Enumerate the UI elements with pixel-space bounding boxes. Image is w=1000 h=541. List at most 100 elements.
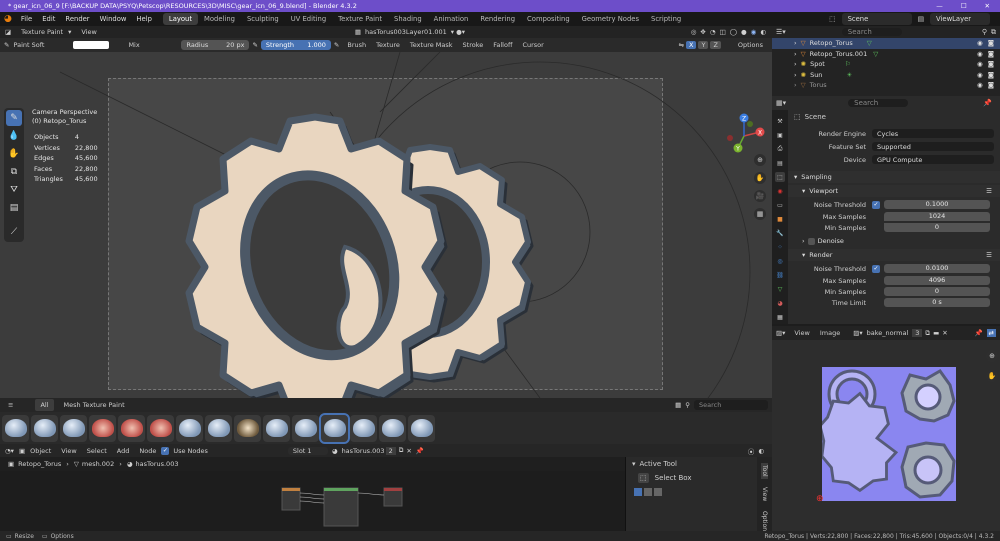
render-tab-icon[interactable]: ▣ (775, 130, 785, 140)
gizmo-neg-y-axis[interactable] (747, 121, 753, 127)
zoom-icon[interactable]: ⊕ (986, 350, 998, 362)
hamburger-icon[interactable]: ≡ (0, 401, 21, 409)
stroke-menu[interactable]: Stroke (458, 41, 489, 49)
constraints-tab-icon[interactable]: ⛓ (775, 270, 785, 280)
brush-name[interactable]: Paint Soft (13, 41, 73, 49)
color-swatch[interactable] (73, 41, 110, 49)
physics-tab-icon[interactable]: ◎ (775, 256, 785, 266)
select-box-icon[interactable]: ⬚ (638, 473, 649, 483)
radius-field[interactable]: Radius 20 px (181, 40, 250, 50)
render-subpanel-header[interactable]: ▾ Render ☰ (788, 249, 1000, 261)
blend-mode-selector[interactable]: Mix (123, 41, 173, 49)
brush-asset-thumbnail[interactable] (408, 414, 435, 442)
render-noise-checkbox[interactable]: ✓ (872, 264, 880, 273)
object-tab-icon[interactable]: ■ (775, 214, 785, 224)
principled-bsdf-node[interactable] (323, 487, 359, 527)
outliner-item[interactable]: › ▽ Torus ◉ ◙ (772, 80, 1000, 91)
viewport-noise-field[interactable]: 0.1000 (884, 200, 990, 209)
material-name[interactable]: hasTorus.003 (342, 447, 386, 455)
collection-tab-icon[interactable]: ▭ (775, 200, 785, 210)
render-min-field[interactable]: 0 (884, 287, 990, 296)
view-menu[interactable]: View (71, 28, 106, 36)
node-menu[interactable]: Node (134, 447, 161, 455)
properties-type-icon[interactable]: ▦▾ (776, 99, 786, 107)
properties-search-input[interactable]: Search (848, 99, 909, 107)
brush-asset-thumbnail[interactable] (292, 414, 319, 442)
tab-mesh-texture-paint[interactable]: Mesh Texture Paint (54, 401, 135, 409)
smear-tool-icon[interactable]: ✋ (6, 146, 22, 162)
overlay-toggle-icon[interactable]: ◔ (710, 28, 716, 36)
new-collection-icon[interactable]: ⧉ (991, 28, 996, 37)
editor-type-icon[interactable]: ◔▾ (0, 447, 19, 455)
view-layer-selector[interactable]: ViewLayer (930, 13, 990, 25)
strength-pressure-icon[interactable]: ✎ (331, 41, 342, 49)
brush-asset-thumbnail[interactable] (263, 414, 290, 442)
pressure-icon[interactable]: ✎ (249, 41, 260, 49)
brush-asset-thumbnail[interactable] (60, 414, 87, 442)
outliner-item[interactable]: › ✺ Spot ⚐ ◉ ◙ (772, 59, 1000, 70)
image-view-mode-icon[interactable]: ⇄ (986, 329, 996, 337)
perspective-grid-icon[interactable]: ▦ (754, 208, 766, 220)
scene-icon[interactable]: ⬚ (829, 15, 835, 23)
mask-tool-icon[interactable]: ▤ (6, 200, 22, 216)
brush-asset-thumbnail[interactable] (2, 414, 29, 442)
image-texture-node[interactable] (281, 487, 301, 511)
scene-tab-icon[interactable]: ⬚ (775, 172, 785, 182)
image-editor-canvas[interactable]: ⊕ ✋ ⊕ (772, 340, 1000, 531)
visibility-eye-icon[interactable]: ◉ (977, 71, 983, 79)
user-count[interactable]: 2 (385, 446, 396, 455)
pin-icon[interactable]: 📌 (974, 329, 982, 337)
outliner-search-input[interactable]: Search (841, 28, 902, 36)
overlay-icon[interactable]: ◐ (758, 447, 772, 455)
soften-tool-icon[interactable]: 💧 (6, 128, 22, 144)
close-button[interactable]: ✕ (985, 2, 990, 10)
visibility-icon[interactable]: ◎ (691, 28, 697, 36)
brush-asset-thumbnail[interactable] (234, 414, 261, 442)
viewport-noise-checkbox[interactable]: ✓ (872, 200, 880, 209)
brush-asset-thumbnail[interactable] (379, 414, 406, 442)
time-limit-field[interactable]: 0 s (884, 298, 990, 307)
slot-selector[interactable]: Slot 1 (287, 446, 328, 455)
sampling-panel-header[interactable]: ▾ Sampling (788, 171, 1000, 183)
denoise-checkbox[interactable] (807, 237, 815, 245)
brush-asset-thumbnail[interactable] (205, 414, 232, 442)
output-tab-icon[interactable]: ⎙ (775, 144, 785, 154)
blender-logo-icon[interactable]: ◕ (0, 14, 16, 24)
mirror-x-button[interactable]: X (686, 41, 697, 49)
tab-all[interactable]: All (35, 399, 54, 411)
brush-asset-thumbnail-selected[interactable] (319, 412, 350, 444)
render-noise-field[interactable]: 0.0100 (884, 264, 990, 273)
options-menu[interactable]: Options (733, 41, 768, 49)
tab-scripting[interactable]: Scripting (645, 13, 687, 25)
texture-tab-icon[interactable]: ▦ (775, 312, 785, 322)
minimize-button[interactable]: — (936, 2, 943, 10)
maximize-button[interactable]: ☐ (961, 2, 967, 10)
draw-tool-icon[interactable]: ✎ (6, 110, 22, 126)
material-tab-icon[interactable]: ◕ (775, 298, 785, 308)
visibility-eye-icon[interactable]: ◉ (977, 50, 983, 58)
visibility-eye-icon[interactable]: ◉ (977, 81, 983, 89)
cursor-menu[interactable]: Cursor (517, 41, 548, 49)
world-tab-icon[interactable]: ◉ (775, 186, 785, 196)
render-engine-select[interactable]: Cycles (872, 129, 994, 138)
tab-view[interactable]: View (761, 485, 768, 503)
material-icon[interactable]: ◕ (328, 447, 342, 455)
brush-asset-thumbnail[interactable] (147, 414, 174, 442)
editor-type-icon[interactable]: ◪ (0, 28, 16, 36)
render-camera-icon[interactable]: ◙ (988, 50, 994, 58)
asset-search-input[interactable]: Search (694, 400, 768, 410)
filter-icon[interactable]: ⚲ (982, 28, 987, 36)
shading-wireframe-icon[interactable]: ◯ (730, 28, 737, 36)
mirror-z-button[interactable]: Z (710, 41, 721, 49)
pan-hand-icon[interactable]: ✋ (986, 370, 998, 382)
zoom-icon[interactable]: ⊕ (754, 154, 766, 166)
fill-tool-icon[interactable]: ⛛ (6, 182, 22, 198)
select-mode-subtract-icon[interactable] (654, 488, 662, 496)
add-menu[interactable]: Add (112, 447, 135, 455)
visibility-eye-icon[interactable]: ◉ (977, 60, 983, 68)
gizmo-neg-x-axis[interactable] (727, 135, 733, 141)
pin-icon[interactable]: 📌 (412, 447, 428, 455)
brush-icon[interactable]: ✎ (0, 41, 13, 49)
tab-rendering[interactable]: Rendering (474, 13, 521, 25)
node-canvas[interactable] (0, 471, 625, 531)
